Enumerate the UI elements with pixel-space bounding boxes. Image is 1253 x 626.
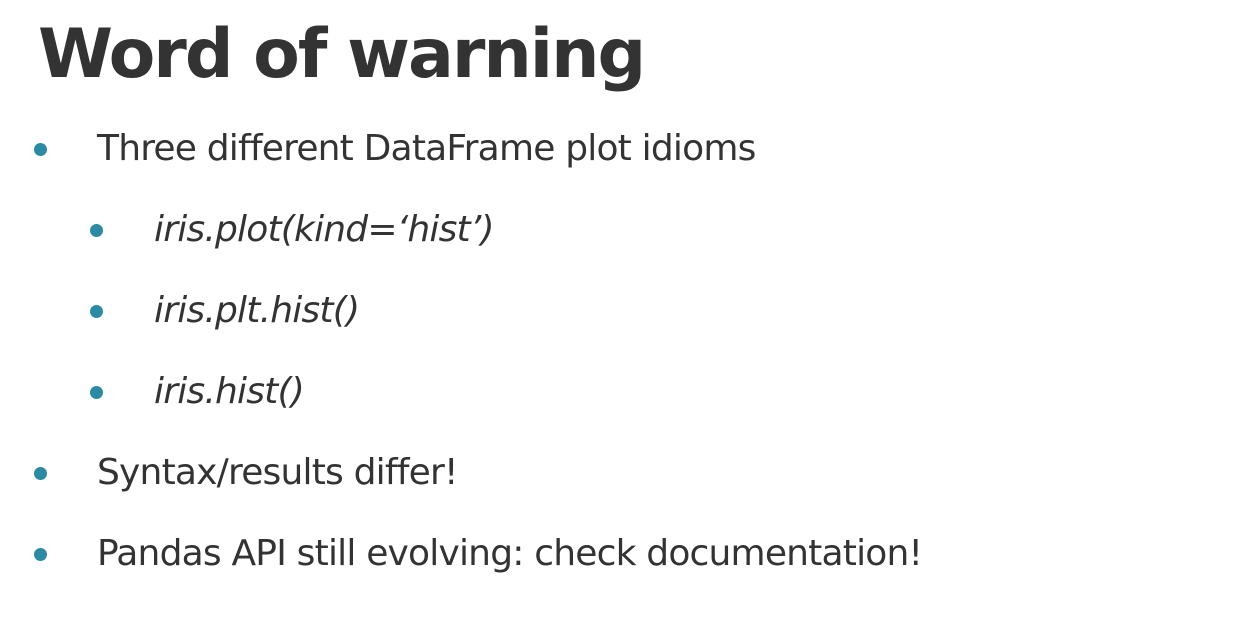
bullet-text: Syntax/results differ! (97, 452, 458, 493)
bullet-dot-icon (90, 386, 103, 399)
bullet-text: Three different DataFrame plot idioms (97, 128, 756, 169)
slide: Word of warning Three different DataFram… (0, 0, 1253, 626)
bullet-text: Pandas API still evolving: check documen… (97, 533, 923, 574)
bullet-item: Syntax/results differ! (0, 448, 1200, 498)
sub-bullet-text: iris.plt.hist() (154, 290, 360, 331)
sub-bullet-item: iris.plot(kind=‘hist’) (0, 205, 1200, 255)
bullet-item: Three different DataFrame plot idioms (0, 124, 1200, 174)
bullet-dot-icon (90, 224, 103, 237)
bullet-dot-icon (34, 548, 47, 561)
sub-bullet-item: iris.plt.hist() (0, 286, 1200, 336)
sub-bullet-text: iris.hist() (154, 371, 305, 412)
sub-bullet-item: iris.hist() (0, 367, 1200, 417)
bullet-dot-icon (34, 467, 47, 480)
bullet-item: Pandas API still evolving: check documen… (0, 529, 1200, 579)
sub-bullet-text: iris.plot(kind=‘hist’) (154, 209, 495, 250)
bullet-list: Three different DataFrame plot idioms ir… (0, 0, 1253, 626)
bullet-dot-icon (90, 305, 103, 318)
bullet-dot-icon (34, 143, 47, 156)
